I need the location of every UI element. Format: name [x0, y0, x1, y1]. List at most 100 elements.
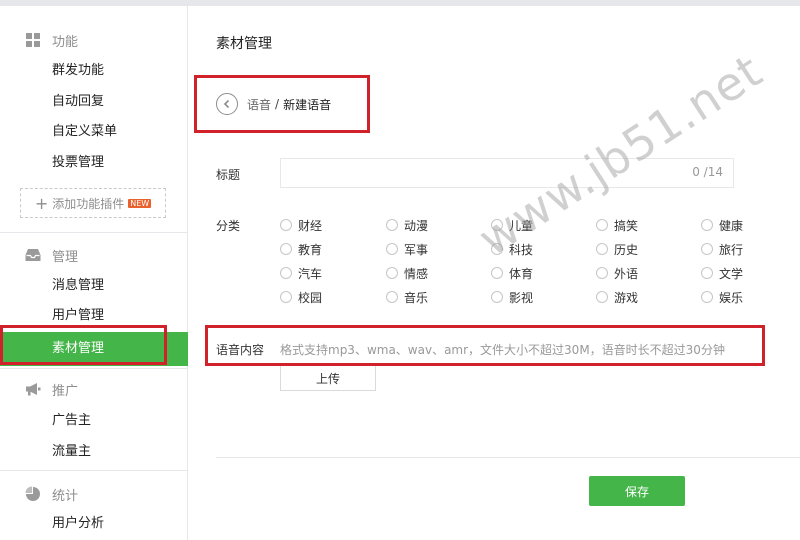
- pie-chart-icon: [24, 486, 42, 502]
- category-radio[interactable]: 体育: [491, 265, 533, 281]
- category-label: 分类: [216, 219, 241, 233]
- sidebar-item-traffic-owner[interactable]: 流量主: [52, 442, 91, 462]
- radio-label: 汽车: [298, 266, 323, 281]
- radio-circle: [491, 291, 503, 303]
- category-radio[interactable]: 文学: [701, 265, 743, 281]
- voice-format-hint: 格式支持mp3、wma、wav、amr，文件大小不超过30M，语音时长不超过30…: [280, 343, 725, 357]
- sidebar-item-label: 素材管理: [52, 341, 105, 356]
- sidebar-divider: [0, 232, 188, 233]
- sidebar-divider: [0, 368, 188, 369]
- category-radio[interactable]: 影视: [491, 289, 533, 305]
- radio-circle: [596, 267, 608, 279]
- megaphone-icon: [24, 381, 42, 397]
- title-char-counter: 0 /14: [692, 165, 723, 179]
- radio-label: 财经: [298, 218, 323, 233]
- sidebar-item-custom-menu[interactable]: 自定义菜单: [52, 122, 117, 142]
- sidebar: 功能 群发功能 自动回复 自定义菜单 投票管理 + 添加功能插件 NEW 管理 …: [0, 6, 188, 540]
- radio-circle: [596, 243, 608, 255]
- category-radio[interactable]: 外语: [596, 265, 638, 281]
- breadcrumb: 语音 / 新建语音: [216, 92, 331, 116]
- radio-circle: [596, 219, 608, 231]
- category-radio[interactable]: 历史: [596, 241, 638, 257]
- back-arrow-icon[interactable]: [216, 93, 238, 115]
- radio-circle: [701, 291, 713, 303]
- radio-circle: [386, 291, 398, 303]
- category-radio[interactable]: 汽车: [280, 265, 322, 281]
- main-panel: 素材管理 语音 / 新建语音 标题 0 /14 分类 财经 动漫 儿童 搞笑 健…: [189, 6, 800, 540]
- radio-label: 外语: [614, 266, 639, 281]
- sidebar-item-advertiser[interactable]: 广告主: [52, 411, 91, 431]
- radio-label: 音乐: [404, 290, 429, 305]
- radio-circle: [491, 267, 503, 279]
- section-label: 管理: [52, 249, 79, 265]
- radio-label: 影视: [509, 290, 534, 305]
- sidebar-item-mass-send[interactable]: 群发功能: [52, 61, 104, 81]
- radio-label: 校园: [298, 290, 323, 305]
- title-field[interactable]: 0 /14: [280, 158, 734, 188]
- new-badge: NEW: [128, 198, 152, 208]
- section-label: 统计: [52, 488, 79, 504]
- radio-circle: [386, 267, 398, 279]
- breadcrumb-parent-link[interactable]: 语音: [247, 96, 271, 113]
- sidebar-item-materials[interactable]: 素材管理: [0, 332, 188, 366]
- radio-label: 娱乐: [719, 290, 744, 305]
- form-divider: [216, 457, 800, 458]
- inbox-icon: [24, 247, 42, 263]
- radio-circle: [280, 219, 292, 231]
- radio-circle: [701, 219, 713, 231]
- category-radio[interactable]: 娱乐: [701, 289, 743, 305]
- sidebar-item-vote[interactable]: 投票管理: [52, 153, 104, 173]
- radio-circle: [701, 243, 713, 255]
- radio-circle: [386, 219, 398, 231]
- sidebar-item-users[interactable]: 用户管理: [52, 306, 104, 326]
- sidebar-section-stats: 统计: [24, 484, 78, 504]
- radio-label: 搞笑: [614, 218, 639, 233]
- radio-label: 文学: [719, 266, 744, 281]
- breadcrumb-current: 新建语音: [283, 97, 332, 112]
- section-label: 推广: [52, 383, 79, 399]
- sidebar-item-user-analysis[interactable]: 用户分析: [52, 514, 104, 534]
- plus-icon: +: [34, 193, 49, 213]
- radio-label: 动漫: [404, 218, 429, 233]
- sidebar-item-auto-reply[interactable]: 自动回复: [52, 92, 104, 112]
- category-radio[interactable]: 财经: [280, 217, 322, 233]
- add-plugin-button[interactable]: + 添加功能插件 NEW: [20, 188, 166, 218]
- category-radio[interactable]: 教育: [280, 241, 322, 257]
- section-label: 功能: [52, 34, 79, 50]
- category-radio[interactable]: 游戏: [596, 289, 638, 305]
- radio-circle: [701, 267, 713, 279]
- sidebar-section-promote: 推广: [24, 379, 78, 399]
- category-radio[interactable]: 校园: [280, 289, 322, 305]
- category-radio[interactable]: 动漫: [386, 217, 428, 233]
- voice-content-label: 语音内容: [216, 343, 265, 357]
- add-plugin-label: 添加功能插件: [52, 196, 125, 211]
- sidebar-section-features: 功能: [24, 30, 78, 50]
- radio-label: 健康: [719, 218, 744, 233]
- radio-circle: [280, 243, 292, 255]
- category-radio[interactable]: 军事: [386, 241, 428, 257]
- title-label: 标题: [216, 168, 241, 182]
- radio-label: 历史: [614, 242, 639, 257]
- radio-label: 游戏: [614, 290, 639, 305]
- radio-label: 旅行: [719, 242, 744, 257]
- category-radio[interactable]: 健康: [701, 217, 743, 233]
- sidebar-section-manage: 管理: [24, 245, 78, 265]
- breadcrumb-separator: /: [275, 97, 280, 111]
- category-radio[interactable]: 搞笑: [596, 217, 638, 233]
- radio-circle: [280, 267, 292, 279]
- category-radio[interactable]: 旅行: [701, 241, 743, 257]
- page-title: 素材管理: [216, 36, 272, 52]
- save-button[interactable]: 保存: [589, 476, 685, 506]
- radio-circle: [596, 291, 608, 303]
- radio-label: 体育: [509, 266, 534, 281]
- sidebar-item-messages[interactable]: 消息管理: [52, 276, 104, 296]
- upload-button[interactable]: 上传: [280, 365, 376, 391]
- radio-label: 军事: [404, 242, 429, 257]
- category-radio[interactable]: 情感: [386, 265, 428, 281]
- radio-label: 教育: [298, 242, 323, 257]
- grid-icon: [24, 32, 42, 48]
- radio-label: 情感: [404, 266, 429, 281]
- sidebar-divider: [0, 470, 188, 471]
- radio-circle: [280, 291, 292, 303]
- category-radio[interactable]: 音乐: [386, 289, 428, 305]
